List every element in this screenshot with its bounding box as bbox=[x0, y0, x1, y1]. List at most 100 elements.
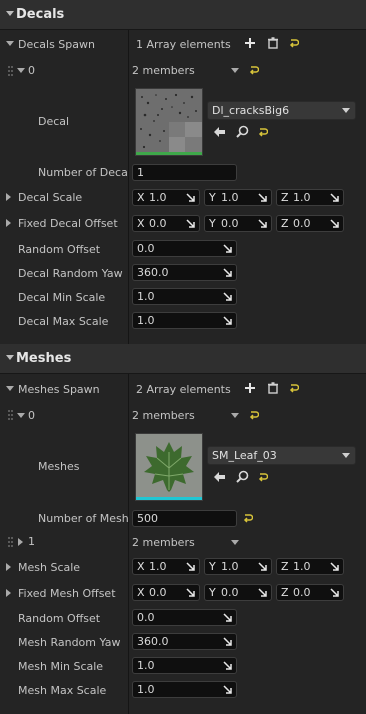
element-options-icon[interactable] bbox=[231, 540, 239, 545]
mesh-random-offset-input[interactable]: 0.0 bbox=[132, 609, 237, 626]
mesh-min-scale-label: Mesh Min Scale bbox=[18, 660, 104, 673]
reset-to-default-icon[interactable] bbox=[289, 383, 299, 393]
drag-handle-icon[interactable] bbox=[8, 66, 14, 76]
mesh-min-scale-input[interactable]: 1.0 bbox=[132, 657, 237, 674]
decals-spawn-expand-icon[interactable] bbox=[6, 41, 14, 46]
reset-to-default-icon[interactable] bbox=[258, 472, 268, 482]
add-element-icon[interactable] bbox=[244, 37, 256, 49]
browse-search-icon[interactable] bbox=[236, 125, 249, 138]
meshes-spawn-count: 2 Array elements bbox=[136, 383, 231, 396]
decal-scale-y-input[interactable]: Y 1.0 bbox=[204, 189, 272, 206]
decal-element-index: 0 bbox=[28, 64, 35, 77]
fixed-decal-offset-expand-icon[interactable] bbox=[6, 219, 11, 227]
decal-asset-combo[interactable]: Dl_cracksBig6 bbox=[207, 101, 356, 120]
reset-to-default-icon[interactable] bbox=[249, 65, 259, 75]
reset-to-default-icon[interactable] bbox=[258, 127, 268, 137]
collapse-arrow-icon[interactable] bbox=[6, 355, 14, 360]
decal-random-offset-input[interactable]: 0.0 bbox=[132, 240, 237, 257]
reset-to-default-icon[interactable] bbox=[289, 38, 299, 48]
decal-max-scale-input[interactable]: 1.0 bbox=[132, 312, 237, 329]
collapse-arrow-icon[interactable] bbox=[6, 11, 14, 16]
decal-asset-name: Dl_cracksBig6 bbox=[212, 104, 290, 117]
expand-arrow-icon bbox=[258, 588, 267, 597]
decal-offset-z-input[interactable]: Z 0.0 bbox=[276, 215, 344, 232]
expand-arrow-icon bbox=[223, 637, 232, 646]
number-of-decals-label: Number of Decals bbox=[38, 166, 128, 179]
expand-arrow-icon bbox=[330, 588, 339, 597]
add-element-icon[interactable] bbox=[244, 382, 256, 394]
decal-scale-x-input[interactable]: X 1.0 bbox=[132, 189, 200, 206]
element-options-icon[interactable] bbox=[231, 68, 239, 73]
decal-offset-y-input[interactable]: Y 0.0 bbox=[204, 215, 272, 232]
expand-arrow-icon bbox=[258, 193, 267, 202]
element-options-icon[interactable] bbox=[231, 413, 239, 418]
decals-spawn-label: Decals Spawn bbox=[18, 38, 95, 51]
number-of-meshes-input[interactable]: 500 bbox=[132, 510, 237, 527]
expand-arrow-icon bbox=[186, 562, 195, 571]
number-of-decals-input[interactable]: 1 bbox=[132, 164, 237, 181]
decals-section-header[interactable]: Decals bbox=[0, 0, 366, 30]
mesh-element-index: 1 bbox=[28, 535, 35, 548]
decal-max-scale-label: Decal Max Scale bbox=[18, 315, 109, 328]
reset-to-default-icon[interactable] bbox=[243, 513, 253, 523]
fixed-mesh-offset-label: Fixed Mesh Offset bbox=[18, 587, 116, 600]
mesh-offset-x-input[interactable]: X 0.0 bbox=[132, 584, 200, 601]
decal-label: Decal bbox=[38, 115, 70, 128]
mesh-max-scale-input[interactable]: 1.0 bbox=[132, 681, 237, 698]
details-panel: Decals Decals Spawn 1 Array elements 0 2… bbox=[0, 0, 366, 714]
mesh-scale-x-input[interactable]: X 1.0 bbox=[132, 558, 200, 575]
meshes-label: Meshes bbox=[38, 460, 80, 473]
decal-min-scale-label: Decal Min Scale bbox=[18, 291, 106, 304]
mesh-scale-z-input[interactable]: Z 1.0 bbox=[276, 558, 344, 575]
mesh-scale-expand-icon[interactable] bbox=[6, 563, 11, 571]
number-of-meshes-label: Number of Meshe bbox=[38, 512, 128, 525]
fixed-decal-offset-label: Fixed Decal Offset bbox=[18, 217, 118, 230]
expand-arrow-icon bbox=[258, 562, 267, 571]
drag-handle-icon[interactable] bbox=[8, 537, 14, 547]
decals-section-title: Decals bbox=[16, 7, 65, 22]
expand-arrow-icon bbox=[330, 193, 339, 202]
expand-arrow-icon bbox=[223, 292, 232, 301]
expand-arrow-icon bbox=[258, 219, 267, 228]
expand-arrow-icon bbox=[186, 219, 195, 228]
element-expand-icon[interactable] bbox=[17, 68, 25, 73]
mesh-offset-z-input[interactable]: Z 0.0 bbox=[276, 584, 344, 601]
meshes-section-title: Meshes bbox=[16, 351, 72, 366]
decal-scale-expand-icon[interactable] bbox=[6, 193, 11, 201]
decal-element-members: 2 members bbox=[132, 64, 195, 77]
meshes-spawn-expand-icon[interactable] bbox=[6, 386, 14, 391]
fixed-mesh-offset-expand-icon[interactable] bbox=[6, 589, 11, 597]
mesh-thumbnail[interactable] bbox=[135, 433, 203, 501]
browse-search-icon[interactable] bbox=[236, 470, 249, 483]
expand-arrow-icon bbox=[223, 316, 232, 325]
mesh-element-members: 2 members bbox=[132, 409, 195, 422]
mesh-element-index: 0 bbox=[28, 409, 35, 422]
expand-arrow-icon bbox=[223, 613, 232, 622]
use-selected-arrow-icon[interactable] bbox=[213, 471, 226, 483]
meshes-spawn-label: Meshes Spawn bbox=[18, 383, 100, 396]
reset-to-default-icon[interactable] bbox=[249, 410, 259, 420]
mesh-random-yaw-label: Mesh Random Yaw bbox=[18, 636, 121, 649]
delete-all-icon[interactable] bbox=[267, 37, 279, 49]
mesh-offset-y-input[interactable]: Y 0.0 bbox=[204, 584, 272, 601]
meshes-section-header[interactable]: Meshes bbox=[0, 344, 366, 374]
drag-handle-icon[interactable] bbox=[8, 410, 14, 420]
mesh-asset-name: SM_Leaf_03 bbox=[212, 449, 277, 462]
decal-random-yaw-input[interactable]: 360.0 bbox=[132, 264, 237, 281]
mesh-asset-combo[interactable]: SM_Leaf_03 bbox=[207, 446, 356, 465]
expand-arrow-icon bbox=[223, 268, 232, 277]
decal-offset-x-input[interactable]: X 0.0 bbox=[132, 215, 200, 232]
mesh-scale-y-input[interactable]: Y 1.0 bbox=[204, 558, 272, 575]
decal-thumbnail[interactable] bbox=[135, 88, 203, 156]
delete-all-icon[interactable] bbox=[267, 382, 279, 394]
decal-min-scale-input[interactable]: 1.0 bbox=[132, 288, 237, 305]
decal-scale-z-input[interactable]: Z 1.0 bbox=[276, 189, 344, 206]
expand-arrow-icon bbox=[330, 562, 339, 571]
use-selected-arrow-icon[interactable] bbox=[213, 126, 226, 138]
mesh-scale-label: Mesh Scale bbox=[18, 561, 81, 574]
mesh-random-yaw-input[interactable]: 360.0 bbox=[132, 633, 237, 650]
element-expand-icon[interactable] bbox=[18, 538, 23, 546]
element-expand-icon[interactable] bbox=[17, 413, 25, 418]
expand-arrow-icon bbox=[223, 685, 232, 694]
expand-arrow-icon bbox=[223, 244, 232, 253]
